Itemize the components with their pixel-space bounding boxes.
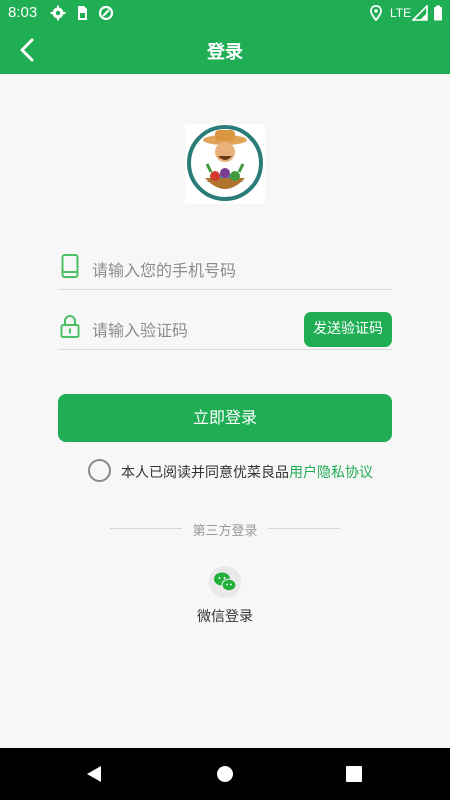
page-title: 登录	[207, 42, 243, 63]
app-logo	[185, 124, 265, 204]
agreement-label: 本人已阅读并同意优菜良品	[121, 465, 289, 481]
nav-back-icon[interactable]	[84, 764, 104, 784]
agreement-text: 本人已阅读并同意优菜良品用户隐私协议	[121, 462, 373, 482]
code-input-placeholder[interactable]: 请输入验证码	[92, 317, 188, 341]
third-party-heading: 第三方登录	[192, 524, 258, 539]
signal-icon	[412, 5, 428, 21]
privacy-policy-link[interactable]: 用户隐私协议	[289, 465, 373, 481]
phone-input-placeholder[interactable]: 请输入您的手机号码	[92, 257, 236, 281]
third-party-divider: 第三方登录	[110, 520, 340, 539]
login-button[interactable]: 立即登录	[58, 394, 392, 442]
status-bar: 8:03 LTE	[0, 0, 450, 26]
code-field[interactable]: 请输入验证码 发送验证码	[58, 304, 392, 350]
settings-icon	[50, 5, 66, 21]
wechat-icon[interactable]	[209, 566, 241, 598]
location-icon	[370, 5, 382, 21]
battery-icon	[434, 5, 442, 21]
app-bar: 登录	[0, 26, 450, 74]
phone-field[interactable]: 请输入您的手机号码	[58, 244, 392, 290]
send-code-button[interactable]: 发送验证码	[304, 312, 392, 347]
divider-line-right	[268, 528, 340, 529]
phone-icon	[61, 254, 79, 278]
agree-radio[interactable]	[88, 459, 111, 482]
data-saver-icon	[98, 5, 114, 21]
sim-icon	[78, 6, 87, 20]
lock-icon	[60, 315, 80, 338]
network-type: LTE	[390, 6, 412, 20]
nav-recents-icon[interactable]	[346, 766, 362, 782]
nav-home-icon[interactable]	[216, 765, 234, 783]
wechat-login-label[interactable]: 微信登录	[195, 606, 255, 626]
system-nav-bar	[0, 748, 450, 800]
status-time: 8:03	[8, 4, 38, 21]
